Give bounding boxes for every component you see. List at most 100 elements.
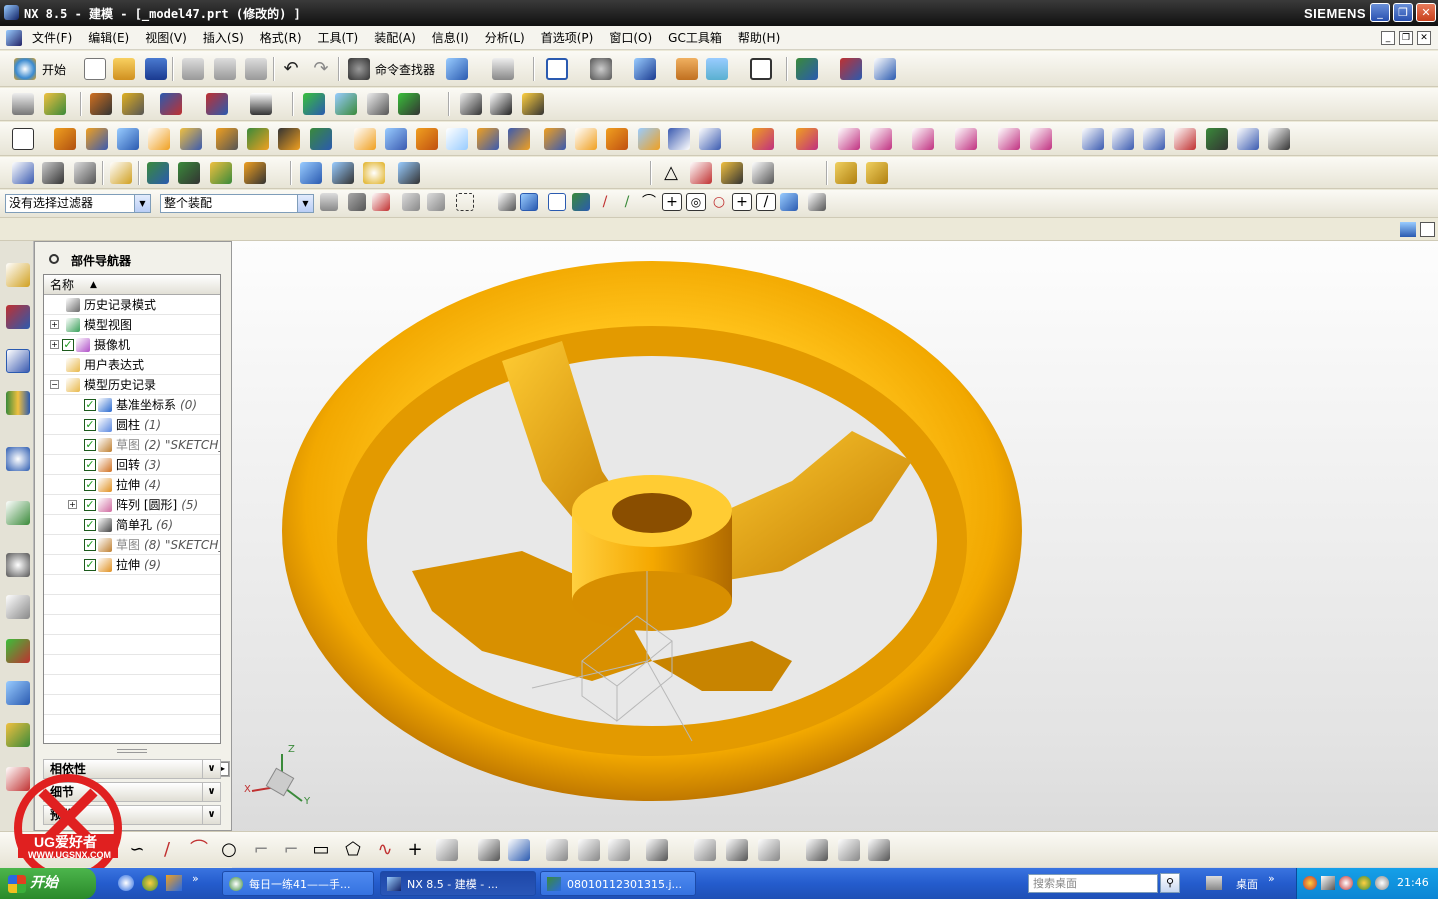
line-icon[interactable]: / bbox=[156, 839, 178, 861]
assembly-icon-3[interactable] bbox=[874, 58, 896, 80]
task-image[interactable]: 08010112301315.j... bbox=[540, 871, 696, 896]
snap-multi-icon[interactable] bbox=[572, 193, 590, 211]
endpoint-icon[interactable]: / bbox=[596, 193, 614, 211]
surface-icon-3[interactable] bbox=[1143, 128, 1165, 150]
tree-row[interactable]: − 模型历史记录 bbox=[44, 375, 220, 395]
task-browser[interactable]: 每日一练41——手... bbox=[222, 871, 374, 896]
animate-dimension-icon[interactable] bbox=[806, 839, 828, 861]
mirror-icon[interactable] bbox=[668, 128, 690, 150]
rectangle-icon[interactable]: ▭ bbox=[310, 839, 332, 861]
quadrant-icon[interactable]: ○ bbox=[710, 193, 728, 211]
alternate-solution-icon[interactable] bbox=[868, 839, 890, 861]
snap-grid-icon[interactable] bbox=[548, 193, 566, 211]
command-finder-label[interactable]: 命令查找器 bbox=[375, 61, 435, 78]
task-nx[interactable]: NX 8.5 - 建模 - ... bbox=[380, 871, 536, 896]
surface-icon-5[interactable] bbox=[1206, 128, 1228, 150]
surface-icon-2[interactable] bbox=[1112, 128, 1134, 150]
close-button[interactable]: ✕ bbox=[1416, 3, 1436, 22]
selection-scope-icon[interactable] bbox=[372, 193, 390, 211]
sync-pattern-icon[interactable] bbox=[955, 128, 977, 150]
new-file-icon[interactable] bbox=[84, 58, 106, 80]
unite-icon[interactable] bbox=[278, 128, 300, 150]
splitter-handle[interactable] bbox=[117, 749, 147, 753]
offset-curve-icon[interactable] bbox=[436, 839, 458, 861]
tag-icon[interactable] bbox=[110, 162, 132, 184]
menu-help[interactable]: 帮助(H) bbox=[730, 29, 788, 46]
tree-row[interactable]: 用户表达式 bbox=[44, 355, 220, 375]
chamfer-icon[interactable] bbox=[446, 128, 468, 150]
qq-icon[interactable] bbox=[1303, 876, 1317, 890]
open-folder-icon[interactable] bbox=[113, 58, 135, 80]
graphics-window[interactable]: Z Y X bbox=[232, 241, 1438, 868]
sketch-icon[interactable] bbox=[12, 128, 34, 150]
fit-icon[interactable] bbox=[546, 58, 568, 80]
system-materials-icon[interactable] bbox=[6, 595, 30, 619]
thicken-icon[interactable] bbox=[575, 128, 597, 150]
tree-row[interactable]: ✓ 回转 (3) bbox=[44, 455, 220, 475]
torus-icon[interactable] bbox=[363, 162, 385, 184]
volume-icon[interactable] bbox=[1375, 876, 1389, 890]
component-icon[interactable] bbox=[147, 162, 169, 184]
arc-center-icon[interactable]: ◎ bbox=[686, 193, 706, 211]
layer-settings-icon[interactable] bbox=[12, 93, 34, 115]
expand-icon[interactable]: + bbox=[50, 340, 59, 349]
visibility-checkbox[interactable]: ✓ bbox=[84, 499, 96, 511]
copy-icon[interactable] bbox=[214, 58, 236, 80]
tube-icon[interactable] bbox=[332, 162, 354, 184]
assembly-icon-1[interactable] bbox=[796, 58, 818, 80]
assembly-navigator-icon[interactable] bbox=[6, 263, 30, 287]
assembly-icon-2[interactable] bbox=[840, 58, 862, 80]
show-desktop-icon[interactable] bbox=[166, 875, 182, 891]
sketch-edit-icon[interactable] bbox=[490, 93, 512, 115]
constraint-icon[interactable] bbox=[694, 839, 716, 861]
tree-row[interactable]: 历史记录模式 bbox=[44, 295, 220, 315]
wireframe-icon[interactable] bbox=[699, 128, 721, 150]
tree-row[interactable]: ✓ 拉伸 (4) bbox=[44, 475, 220, 495]
gear-group-icon[interactable] bbox=[752, 162, 774, 184]
visibility-checkbox[interactable]: ✓ bbox=[84, 559, 96, 571]
orient-view-icon[interactable] bbox=[634, 58, 656, 80]
dimension-icon[interactable] bbox=[522, 93, 544, 115]
cut-icon[interactable] bbox=[182, 58, 204, 80]
visibility-checkbox[interactable]: ✓ bbox=[84, 479, 96, 491]
process-studio-icon[interactable] bbox=[6, 639, 30, 663]
surface-icon-7[interactable] bbox=[1268, 128, 1290, 150]
pocket-icon[interactable] bbox=[216, 128, 238, 150]
surface-icon-1[interactable] bbox=[1082, 128, 1104, 150]
network-icon[interactable] bbox=[1321, 876, 1335, 890]
spark-icon[interactable] bbox=[721, 162, 743, 184]
triangle-icon[interactable]: △ bbox=[660, 162, 682, 184]
scope-dropdown[interactable]: 整个装配 ▼ bbox=[160, 194, 314, 213]
snap-icon[interactable] bbox=[160, 93, 182, 115]
update-icon[interactable] bbox=[1357, 876, 1371, 890]
hole-feature-icon[interactable] bbox=[148, 128, 170, 150]
menu-analysis[interactable]: 分析(L) bbox=[477, 29, 533, 46]
extrude-icon[interactable] bbox=[54, 128, 76, 150]
constraint-navigator-icon[interactable] bbox=[6, 305, 30, 329]
curve-tool-icon[interactable] bbox=[398, 162, 420, 184]
tree-row[interactable]: ✓ 基准坐标系 (0) bbox=[44, 395, 220, 415]
existing-point-icon[interactable]: + bbox=[732, 193, 752, 211]
ruler-icon[interactable] bbox=[250, 93, 272, 115]
sync-delete-icon[interactable] bbox=[838, 128, 860, 150]
visibility-checkbox[interactable]: ✓ bbox=[84, 399, 96, 411]
wcs-dynamic-icon[interactable] bbox=[44, 93, 66, 115]
intersection-icon[interactable]: + bbox=[662, 193, 682, 211]
manufacturing-wizard-icon[interactable] bbox=[6, 681, 30, 705]
web-browser-icon[interactable] bbox=[6, 501, 30, 525]
coordinate-icon[interactable] bbox=[398, 93, 420, 115]
auto-constrain-icon[interactable] bbox=[726, 839, 748, 861]
minimize-button[interactable]: _ bbox=[1370, 3, 1390, 22]
visibility-checkbox[interactable]: ✓ bbox=[84, 459, 96, 471]
select-face-icon[interactable] bbox=[520, 193, 538, 211]
desktop-search-input[interactable]: 搜索桌面 bbox=[1028, 874, 1158, 893]
boss-icon[interactable] bbox=[180, 128, 202, 150]
menu-window[interactable]: 窗口(O) bbox=[601, 29, 660, 46]
tree-row[interactable]: ✓ 简单孔 (6) bbox=[44, 515, 220, 535]
chamfer-curve-icon[interactable]: ⌐ bbox=[280, 839, 302, 861]
mate-icon[interactable] bbox=[178, 162, 200, 184]
column-header[interactable]: 名称 ▲ bbox=[44, 275, 220, 295]
start-button[interactable]: 开始 bbox=[0, 868, 96, 899]
quicklaunch-icon[interactable] bbox=[142, 875, 158, 891]
tree-row[interactable]: ✓ 草图 (2) "SKETCH_ bbox=[44, 435, 220, 455]
